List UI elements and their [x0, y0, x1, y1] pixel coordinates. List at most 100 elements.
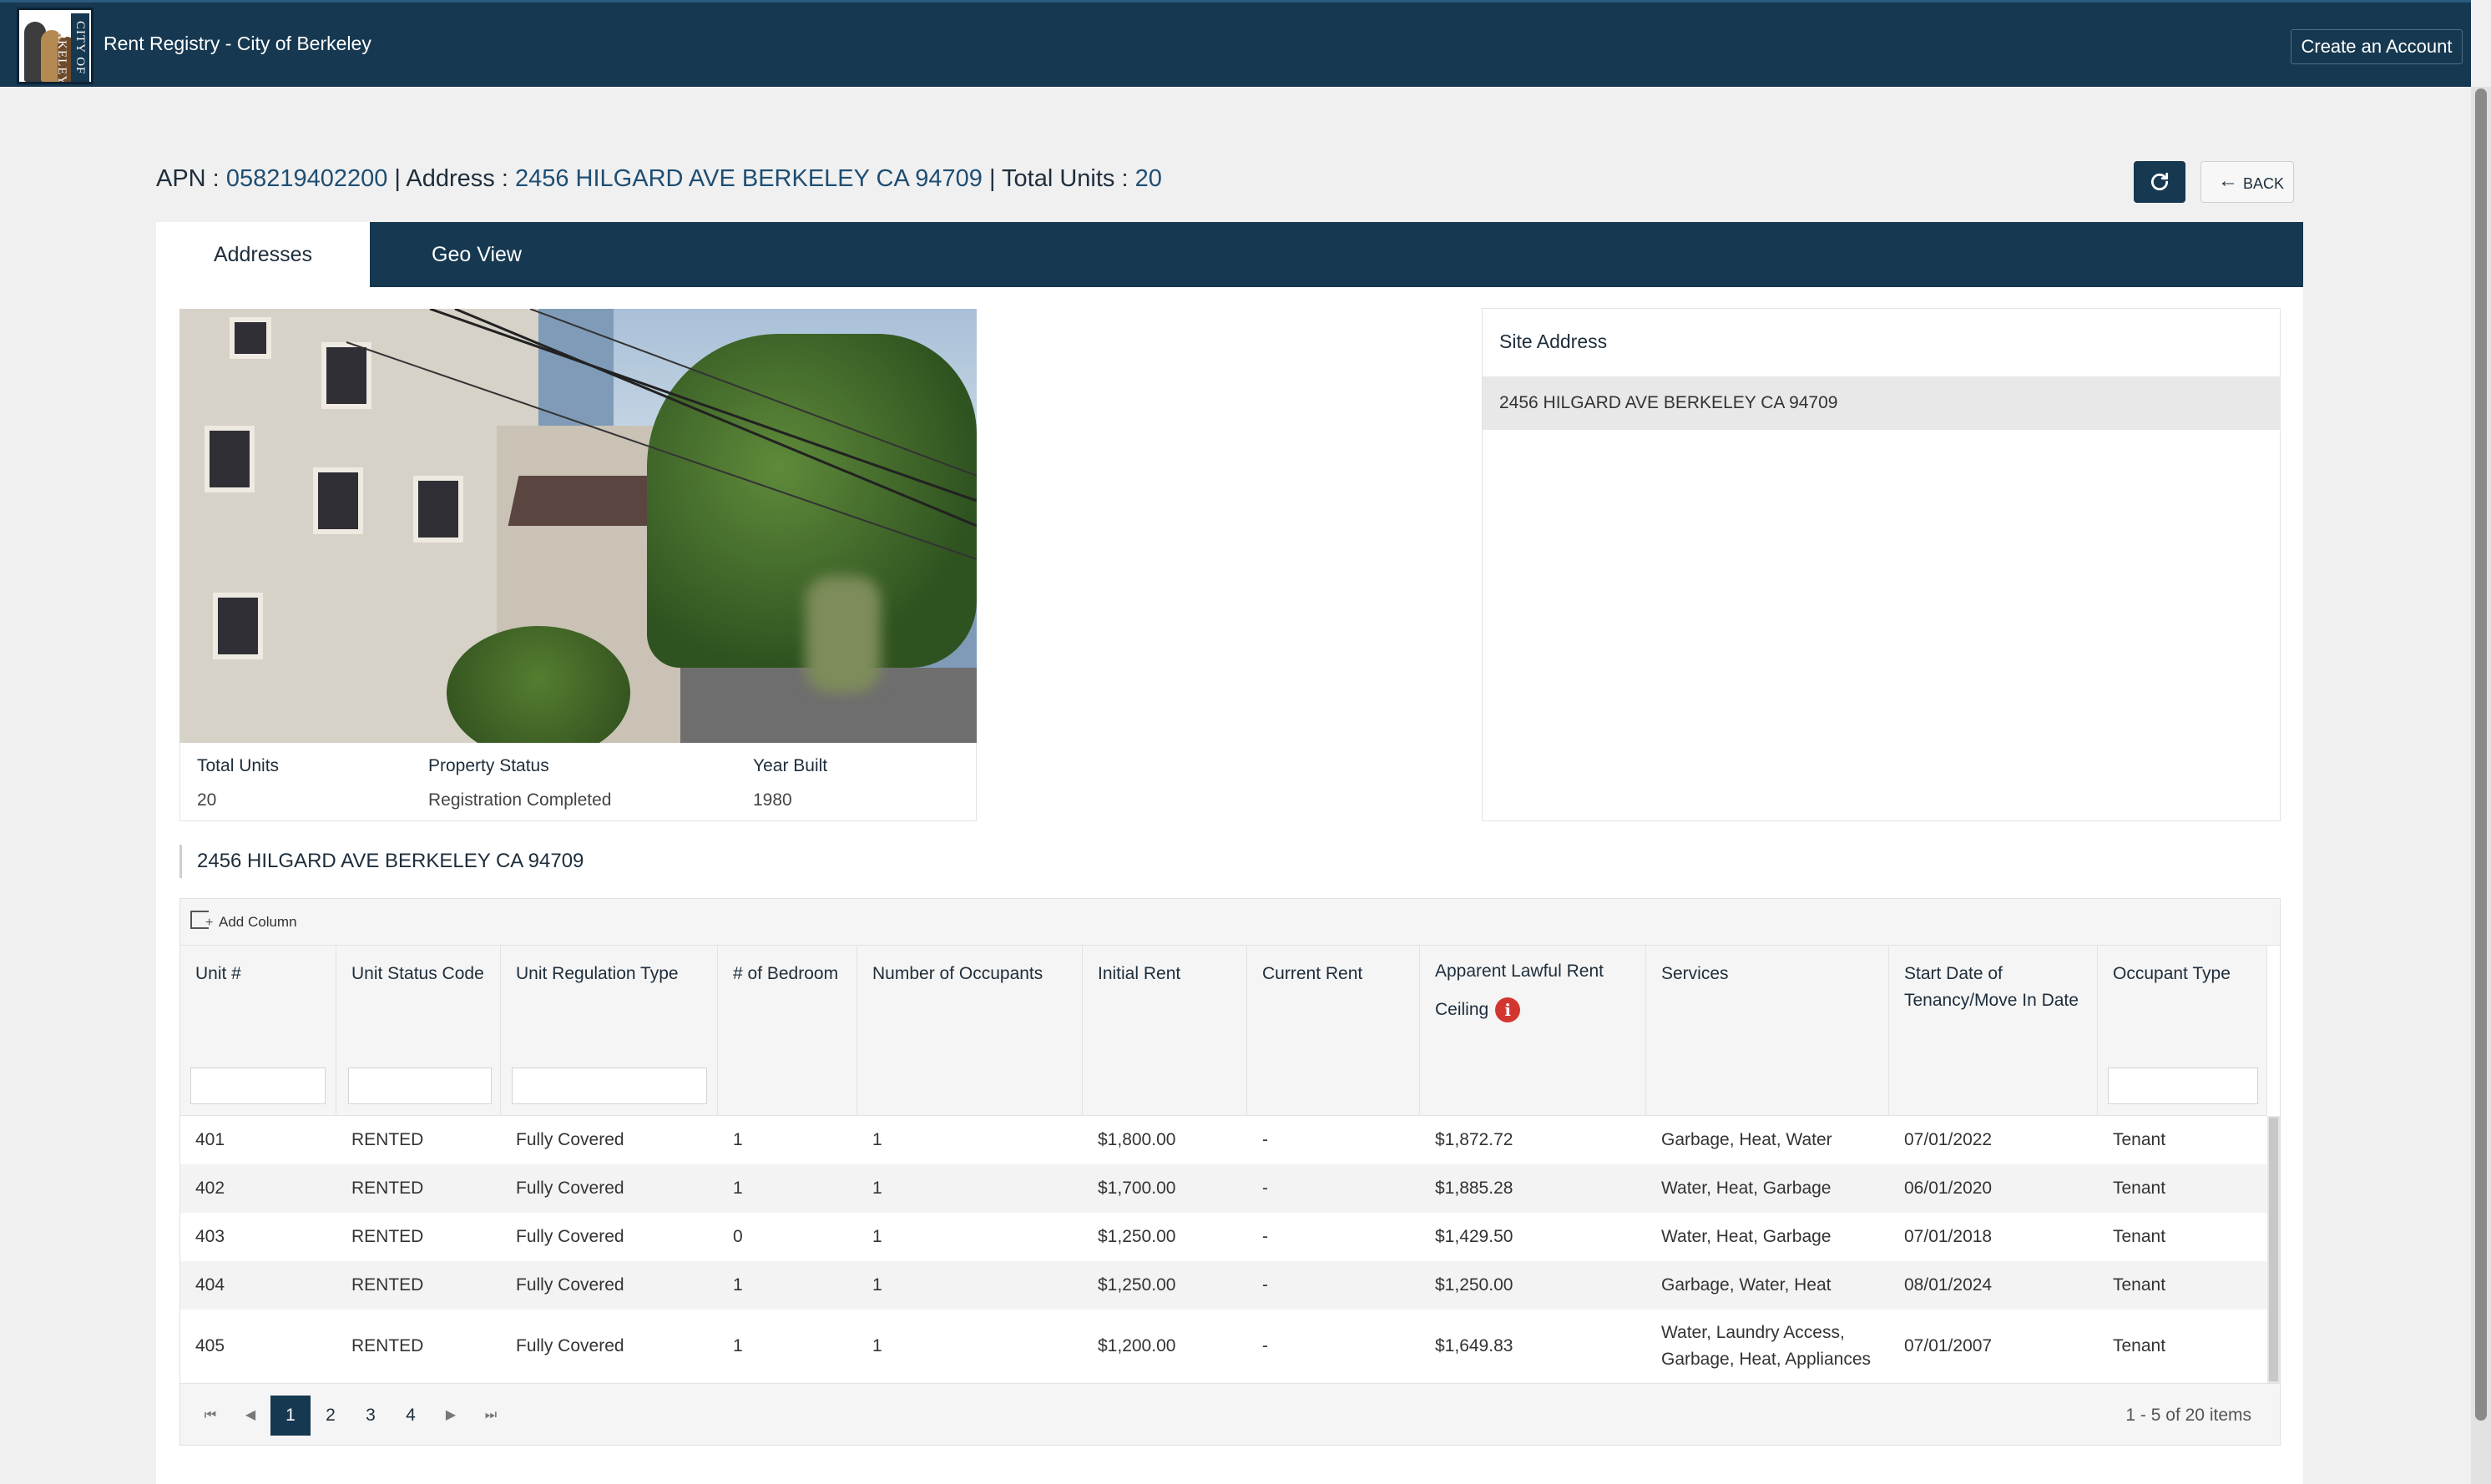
page-3-button[interactable]: 3	[351, 1396, 391, 1436]
grid-scrollbar-thumb[interactable]	[2269, 1118, 2278, 1381]
site-address-text: 2456 HILGARD AVE BERKELEY CA 94709	[1499, 393, 1838, 412]
info-icon[interactable]: i	[1495, 997, 1521, 1023]
filter-cell	[1889, 1052, 2098, 1116]
table-row[interactable]: 402 RENTED Fully Covered 1 1 $1,700.00 - $1,885…	[180, 1164, 2267, 1213]
column-header-bedrooms[interactable]: # of Bedroom	[718, 946, 857, 1052]
cell-initial-rent: $1,250.00	[1098, 1227, 1176, 1246]
filter-row	[180, 1052, 2267, 1116]
occupant-type-filter-input[interactable]	[2108, 1068, 2258, 1104]
cell-services: Water, Heat, Garbage	[1661, 1179, 1832, 1198]
site-address-item[interactable]: 2456 HILGARD AVE BERKELEY CA 94709	[1483, 376, 2280, 430]
filter-cell	[336, 1052, 501, 1116]
cell-bedrooms: 1	[733, 1130, 743, 1149]
cell-regulation: Fully Covered	[516, 1336, 624, 1355]
filter-cell	[1247, 1052, 1420, 1116]
cell-current-rent: -	[1262, 1336, 1268, 1355]
apn-value: 058219402200	[225, 165, 388, 192]
table-row[interactable]: 404 RENTED Fully Covered 1 1 $1,250.00 - $1,250…	[180, 1261, 2267, 1310]
column-header-label: Current Rent	[1262, 964, 1363, 983]
cell-occupants: 1	[872, 1227, 882, 1246]
cell-services: Water, Heat, Garbage	[1661, 1227, 1832, 1246]
cell-occupant-type: Tenant	[2113, 1179, 2166, 1198]
refresh-icon	[2150, 172, 2169, 191]
tab-geo-view[interactable]: Geo View	[370, 222, 584, 287]
add-column-button[interactable]: Add Column	[219, 914, 297, 931]
cell-status: RENTED	[351, 1179, 424, 1198]
cell-unit: 401	[195, 1130, 225, 1149]
back-button[interactable]: ← BACK	[2200, 161, 2294, 203]
page-2-button[interactable]: 2	[311, 1396, 351, 1436]
column-header-regulation-type[interactable]: Unit Regulation Type	[501, 946, 718, 1052]
address-value: 2456 HILGARD AVE BERKELEY CA 94709	[514, 165, 983, 192]
prev-page-button[interactable]: ◀	[230, 1396, 270, 1436]
cell-start-date: 07/01/2018	[1904, 1227, 1993, 1246]
back-label: BACK	[2243, 175, 2285, 192]
filter-cell	[180, 1052, 336, 1116]
cell-start-date: 06/01/2020	[1904, 1179, 1993, 1198]
first-page-button[interactable]: ⏮	[190, 1396, 230, 1436]
create-account-button[interactable]: Create an Account	[2291, 29, 2463, 64]
property-status-value: Registration Completed	[428, 790, 612, 810]
column-header-unit[interactable]: Unit #	[180, 946, 336, 1052]
table-row[interactable]: 403 RENTED Fully Covered 0 1 $1,250.00 - $1,429…	[180, 1213, 2267, 1261]
cell-initial-rent: $1,700.00	[1098, 1179, 1176, 1198]
cell-start-date: 08/01/2024	[1904, 1275, 1993, 1295]
next-page-button[interactable]: ▶	[431, 1396, 471, 1436]
column-header-services[interactable]: Services	[1646, 946, 1889, 1052]
cell-bedrooms: 0	[733, 1227, 743, 1246]
cell-occupant-type: Tenant	[2113, 1227, 2166, 1246]
site-address-title: Site Address	[1499, 331, 1608, 352]
arrow-left-icon: ←	[2218, 169, 2238, 192]
column-header-label: Initial Rent	[1098, 964, 1181, 983]
add-column-icon[interactable]	[190, 911, 213, 931]
city-logo[interactable]: CITY OF BERKELEY	[17, 8, 93, 84]
scrollbar-thumb[interactable]	[2475, 88, 2487, 1421]
column-header-unit-status[interactable]: Unit Status Code	[336, 946, 501, 1052]
tab-bar: Addresses Geo View	[156, 222, 2303, 287]
cell-regulation: Fully Covered	[516, 1275, 624, 1295]
separator: |	[982, 165, 1003, 192]
site-address-panel: Site Address 2456 HILGARD AVE BERKELEY C…	[1482, 308, 2281, 821]
filter-cell	[1083, 1052, 1247, 1116]
regulation-filter-input[interactable]	[512, 1068, 707, 1104]
last-page-button[interactable]: ⏭	[471, 1396, 511, 1436]
cell-regulation: Fully Covered	[516, 1130, 624, 1149]
column-header-occupants[interactable]: Number of Occupants	[857, 946, 1083, 1052]
units-grid: Add Column Unit # Unit Status Code Unit …	[179, 898, 2281, 1446]
cell-start-date: 07/01/2022	[1904, 1130, 1993, 1149]
logo-text: CITY OF BERKELEY	[55, 13, 89, 82]
cell-bedrooms: 1	[733, 1179, 743, 1198]
status-filter-input[interactable]	[348, 1068, 492, 1104]
unit-filter-input[interactable]	[190, 1068, 326, 1104]
grid-scrollbar[interactable]	[2267, 1116, 2280, 1383]
column-header-label: Number of Occupants	[872, 964, 1043, 983]
column-header-start-date[interactable]: Start Date of Tenancy/Move In Date	[1889, 946, 2098, 1052]
filter-cell	[857, 1052, 1083, 1116]
filter-cell	[2098, 1052, 2267, 1116]
cell-occupants: 1	[872, 1130, 882, 1149]
table-row[interactable]: 401 RENTED Fully Covered 1 1 $1,800.00 - $1,872…	[180, 1116, 2267, 1164]
cell-occupants: 1	[872, 1275, 882, 1295]
cell-services: Water, Laundry Access, Garbage, Heat, Ap…	[1661, 1323, 1871, 1369]
refresh-button[interactable]	[2134, 161, 2185, 203]
page-4-button[interactable]: 4	[391, 1396, 431, 1436]
page-scrollbar[interactable]	[2471, 87, 2491, 1484]
cell-status: RENTED	[351, 1275, 424, 1295]
column-header-initial-rent[interactable]: Initial Rent	[1083, 946, 1247, 1052]
grid-toolbar: Add Column	[180, 899, 2280, 946]
pager-info: 1 - 5 of 20 items	[2125, 1406, 2251, 1425]
app-title[interactable]: Rent Registry - City of Berkeley	[104, 33, 371, 55]
tab-addresses[interactable]: Addresses	[156, 222, 370, 287]
cell-rent-ceiling: $1,250.00	[1435, 1275, 1513, 1295]
column-header-occupant-type[interactable]: Occupant Type	[2098, 946, 2267, 1052]
total-units-value: 20	[197, 790, 217, 810]
section-heading: 2456 HILGARD AVE BERKELEY CA 94709	[179, 845, 584, 878]
column-header-current-rent[interactable]: Current Rent	[1247, 946, 1420, 1052]
page-1-button[interactable]: 1	[270, 1396, 311, 1436]
cell-current-rent: -	[1262, 1227, 1268, 1246]
top-nav-bar: CITY OF BERKELEY Rent Registry - City of…	[0, 0, 2471, 87]
table-row[interactable]: 405 RENTED Fully Covered 1 1 $1,200.00 - $1,649…	[180, 1310, 2267, 1383]
grid-header: Unit # Unit Status Code Unit Regulation …	[180, 946, 2267, 1052]
column-header-rent-ceiling[interactable]: Apparent Lawful Rent Ceiling i	[1420, 946, 1646, 1052]
cell-unit: 403	[195, 1227, 225, 1246]
